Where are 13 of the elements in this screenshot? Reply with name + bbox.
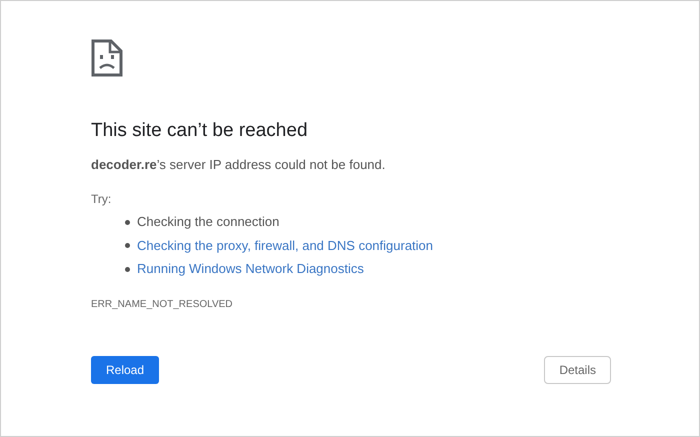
sad-page-icon [91,39,123,77]
bullet-icon [125,220,130,224]
bullet-icon [125,243,130,248]
try-label: Try: [91,191,112,208]
error-title: This site can’t be reached [91,119,309,143]
suggestion-link[interactable]: Running Windows Network Diagnostics [137,259,364,279]
error-code: ERR_NAME_NOT_RESOLVED [91,298,234,312]
reload-button[interactable]: Reload [91,356,160,384]
suggestion-text: Checking the connection [137,213,280,232]
bullet-icon [125,266,130,272]
details-button[interactable]: Details [544,356,611,384]
error-message: decoder.re’s server IP address could not be found. [91,156,386,174]
suggestion-link[interactable]: Checking the proxy, firewall, and DNS configuration [137,236,434,256]
